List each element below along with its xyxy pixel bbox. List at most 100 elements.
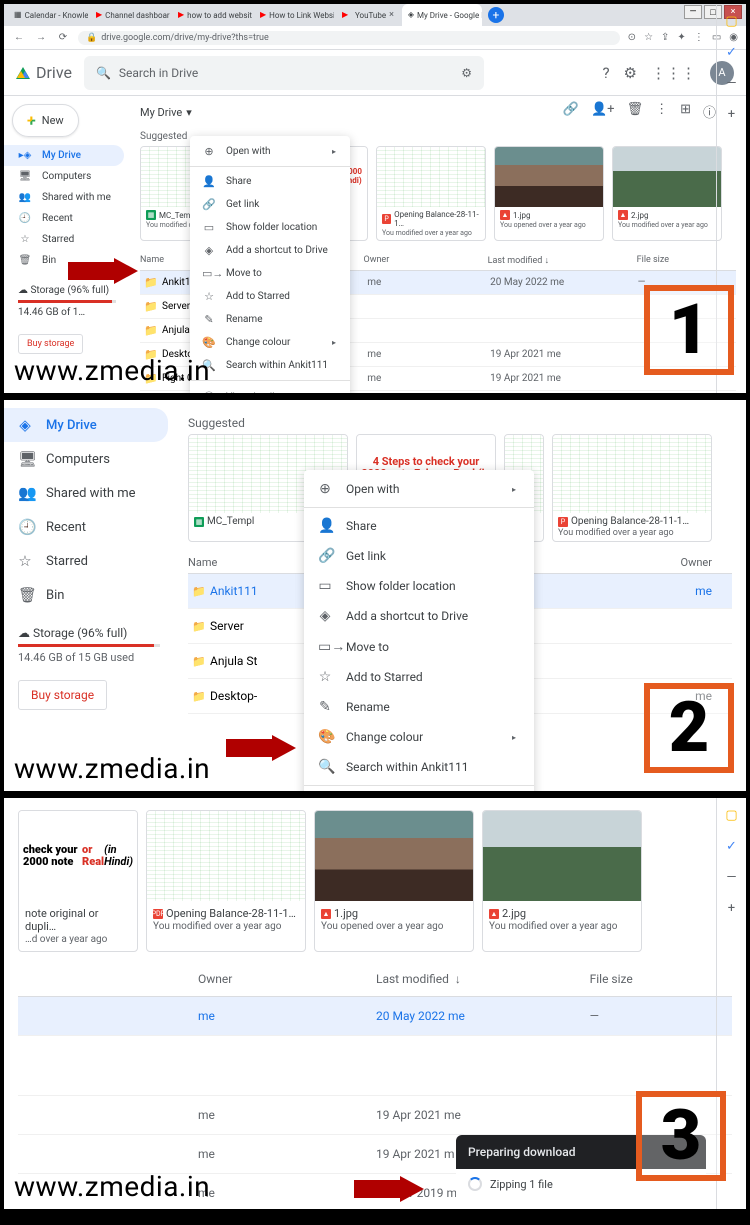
url-field[interactable]: 🔒drive.google.com/drive/my-drive?ths=tru…	[78, 31, 620, 45]
tasks-icon[interactable]: ✓	[726, 839, 737, 854]
ctx-move[interactable]: ▭→Move to	[304, 631, 534, 662]
help-icon[interactable]: ?	[602, 64, 609, 82]
sidebar-my-drive[interactable]: ◈My Drive	[4, 408, 168, 442]
ctx-share[interactable]: 👤Share	[304, 511, 534, 541]
star-icon[interactable]: ☆	[644, 32, 653, 43]
ctx-shortcut[interactable]: ◈Add a shortcut to Drive	[190, 239, 350, 262]
add-icon[interactable]: +	[728, 901, 735, 916]
search-input[interactable]: 🔍Search in Drive⚙	[84, 56, 484, 90]
grid-icon[interactable]: ⊞	[680, 102, 691, 121]
tab[interactable]: ▶Channel dashboard -×	[90, 4, 170, 26]
folder-icon: 📁	[146, 278, 156, 288]
card[interactable]: ▲2.jpgYou modified over a year ago	[612, 146, 722, 241]
tab[interactable]: ▶YouTube×	[336, 4, 400, 26]
shortcut-icon: ◈	[202, 244, 216, 257]
drive-logo[interactable]: Drive	[16, 63, 72, 82]
search-icon[interactable]: ⊙	[628, 32, 636, 43]
table-row[interactable]: me19 Apr 2021 me	[18, 1096, 732, 1135]
sidebar-shared[interactable]: 👥Shared with me	[4, 476, 168, 510]
minimize-button[interactable]: —	[684, 5, 702, 19]
tab[interactable]: ▶How to Link Website t×	[254, 4, 334, 26]
sidebar-bin[interactable]: 🗑Bin	[4, 578, 168, 612]
ctx-move[interactable]: ▭→Move to	[190, 262, 350, 285]
keep-icon[interactable]: ▢	[725, 14, 737, 29]
ctx-share[interactable]: 👤Share	[190, 170, 350, 193]
sidebar-computers[interactable]: 🖥Computers	[4, 442, 168, 476]
ctx-rename[interactable]: ✎Rename	[190, 308, 350, 331]
panel-1: ▦Calendar - Knowledge× ▶Channel dashboar…	[2, 2, 748, 395]
gear-icon[interactable]: ⚙	[624, 64, 637, 82]
buy-storage-button[interactable]: Buy storage	[18, 680, 107, 710]
sidebar-computers[interactable]: 🖥Computers	[4, 166, 124, 187]
ctx-search-within[interactable]: 🔍Search within Ankit111	[304, 752, 534, 782]
filter-icon[interactable]: ⚙	[461, 66, 472, 80]
ctx-colour[interactable]: 🎨Change colour▸	[304, 722, 534, 752]
ctx-star[interactable]: ☆Add to Starred	[304, 662, 534, 692]
card[interactable]: POpening Balance-28-11-1…You modified ov…	[552, 434, 712, 542]
back-icon[interactable]: ←	[12, 32, 26, 43]
link-icon[interactable]: 🔗	[563, 102, 579, 121]
ctx-show-location[interactable]: ▭Show folder location	[190, 216, 350, 239]
card[interactable]: ▲ 2.jpgYou modified over a year ago	[482, 810, 642, 952]
tab[interactable]: ▦Calendar - Knowledge×	[8, 4, 88, 26]
table-row[interactable]	[18, 1036, 732, 1096]
buy-storage-button[interactable]: Buy storage	[18, 334, 83, 354]
ctx-open-with[interactable]: ⊕Open with▸	[190, 140, 350, 163]
ctx-colour[interactable]: 🎨Change colour▸	[190, 331, 350, 354]
share-icon[interactable]: ⇪	[661, 32, 669, 43]
ctx-open-with[interactable]: ⊕Open with▸	[304, 474, 534, 504]
keep-icon[interactable]: ▢	[725, 808, 737, 823]
tab-active[interactable]: ◈My Drive - Google Dri×	[402, 4, 482, 26]
address-bar: ← → ⟳ 🔒drive.google.com/drive/my-drive?t…	[4, 26, 746, 50]
ctx-rename[interactable]: ✎Rename	[304, 692, 534, 722]
tasks-icon[interactable]: ✓	[726, 45, 737, 60]
ctx-details[interactable]: ⓘView details	[190, 384, 350, 395]
new-tab-button[interactable]: +	[488, 7, 504, 23]
card[interactable]: check your 2000 noteor Real (in Hindi)no…	[18, 810, 138, 952]
more-icon[interactable]: ⋮	[655, 102, 668, 121]
card[interactable]: ▲ 1.jpgYou opened over a year ago	[314, 810, 474, 952]
share-icon[interactable]: 👤+	[591, 102, 615, 121]
card[interactable]: POpening Balance-28-11-1…You modified ov…	[376, 146, 486, 241]
sidebar-shared[interactable]: 👥Shared with me	[4, 187, 124, 208]
reload-icon[interactable]: ⟳	[56, 32, 70, 43]
forward-icon[interactable]: →	[34, 32, 48, 43]
trash-icon[interactable]: 🗑	[627, 102, 644, 121]
card[interactable]: PDF Opening Balance-28-11-1…You modified…	[146, 810, 306, 952]
tab[interactable]: ▶how to add website lin×	[172, 4, 252, 26]
chevron-right-icon: ▸	[512, 485, 516, 494]
sidebar-recent[interactable]: 🕘Recent	[4, 510, 168, 544]
apps-icon[interactable]: ⋮⋮⋮	[651, 64, 696, 82]
ctx-star[interactable]: ☆Add to Starred	[190, 285, 350, 308]
card[interactable]: ▲1.jpgYou opened over a year ago	[494, 146, 604, 241]
storage-info[interactable]: ☁ Storage (96% full)14.46 GB of 1…	[4, 277, 130, 326]
main: ◈My Drive 🖥Computers 👥Shared with me 🕘Re…	[4, 400, 746, 791]
sidebar-starred[interactable]: ☆Starred	[4, 229, 124, 250]
sidebar: +New ▸◈My Drive 🖥Computers 👥Shared with …	[4, 96, 130, 393]
ctx-search-within[interactable]: 🔍Search within Ankit111	[190, 354, 350, 377]
sidebar-my-drive[interactable]: ▸◈My Drive	[4, 145, 124, 166]
info-icon[interactable]: ⓘ	[703, 102, 716, 121]
sidebar-starred[interactable]: ☆Starred	[4, 544, 168, 578]
new-button[interactable]: +New	[12, 104, 79, 137]
clock-icon: 🕘	[18, 213, 32, 224]
storage-info[interactable]: ☁ Storage (96% full)14.46 GB of 15 GB us…	[4, 618, 174, 672]
ctx-shortcut[interactable]: ◈Add a shortcut to Drive	[304, 601, 534, 631]
youtube-icon: ▶	[342, 10, 352, 20]
chevron-down-icon: ▾	[186, 106, 192, 119]
close-icon[interactable]: ×	[389, 10, 394, 20]
ctx-get-link[interactable]: 🔗Get link	[304, 541, 534, 571]
ctx-get-link[interactable]: 🔗Get link	[190, 193, 350, 216]
image-icon: ▲	[500, 210, 510, 220]
add-icon[interactable]: +	[728, 107, 735, 122]
folder-icon: ▭	[202, 221, 216, 234]
divider: —	[726, 870, 736, 885]
ctx-details[interactable]: ⓘView details	[304, 789, 534, 793]
menu-icon[interactable]: ⋮	[694, 32, 704, 43]
ctx-show-location[interactable]: ▭Show folder location	[304, 571, 534, 601]
table-row[interactable]: me20 May 2022 me—	[18, 997, 732, 1036]
watermark: www.zmedia.in	[14, 1170, 210, 1203]
step-number: 3	[636, 1091, 726, 1181]
ext-icon[interactable]: ✦	[677, 32, 685, 43]
sidebar-recent[interactable]: 🕘Recent	[4, 208, 124, 229]
